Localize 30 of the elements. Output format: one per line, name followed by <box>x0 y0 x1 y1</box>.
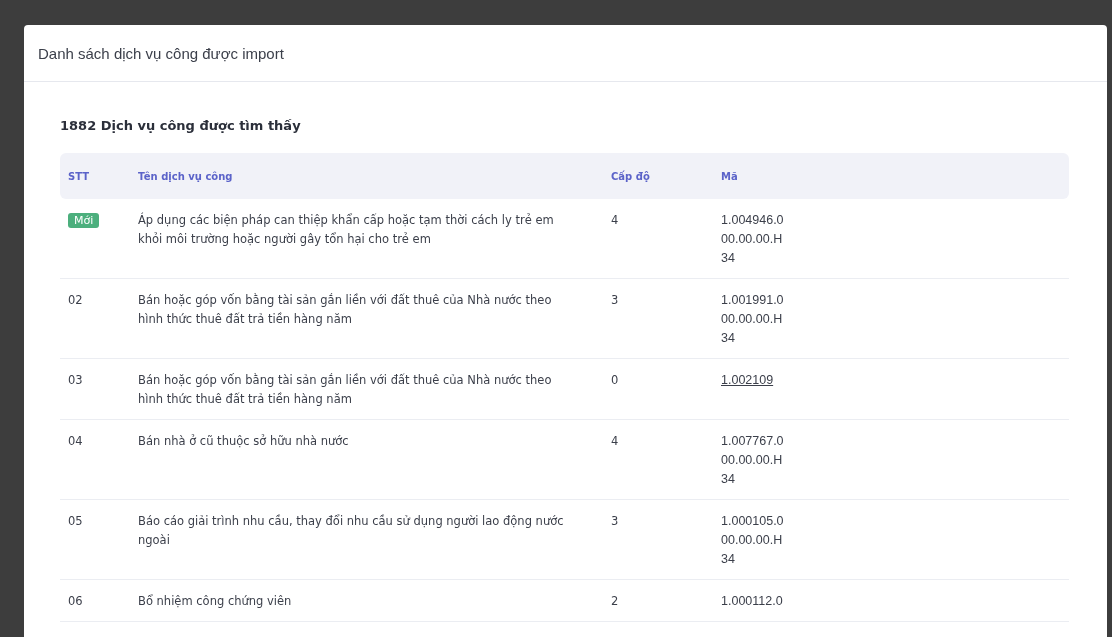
table-cell-text: 1.000112.0 <box>721 593 784 610</box>
table-cell: 02 <box>68 293 83 307</box>
result-heading: 1882 Dịch vụ công được tìm thấy <box>60 118 302 133</box>
table-cell: Bán hoặc góp vốn bằng tài sản gắn liền với đất thuê của Nhà nước theo hình thức thuê đất trả tiền hàng năm <box>138 293 552 326</box>
table-cell-text: 1.007767.000.00.00.H34 <box>721 433 785 488</box>
table-cell-text: 1.004946.000.00.00.H34 <box>721 212 785 267</box>
table-cell: 3 <box>611 514 619 528</box>
code-link[interactable]: 1.002109 <box>721 373 774 387</box>
table-cell: 06 <box>68 594 83 608</box>
column-header: Mã <box>721 170 739 182</box>
table-cell: 4 <box>611 213 619 227</box>
table-cell: 04 <box>68 434 83 448</box>
table-cell: 4 <box>611 434 619 448</box>
column-header: STT <box>67 170 91 182</box>
table-cell: 05 <box>68 514 83 528</box>
table-cell-text: 1.001991.000.00.00.H34 <box>721 292 785 347</box>
table-cell: Báo cáo giải trình nhu cầu, thay đổi nhu cầu sử dụng người lao động nước ngoài <box>138 514 564 547</box>
table-cell-text: 1.000105.000.00.00.H34 <box>721 513 785 568</box>
table-cell: Áp dụng các biện pháp can thiệp khẩn cấp hoặc tạm thời cách ly trẻ em khỏi môi trường hoặc người gây tổn hại cho trẻ em <box>138 213 554 246</box>
new-badge: Mới <box>68 213 100 228</box>
table-cell: 03 <box>68 373 83 387</box>
table-cell: Bổ nhiệm công chứng viên <box>138 594 292 608</box>
column-header: Tên dịch vụ công <box>138 170 234 182</box>
table-cell: Bán hoặc góp vốn bằng tài sản gắn liền với đất thuê của Nhà nước theo hình thức thuê đất trả tiền hàng năm <box>138 373 552 406</box>
table-cell: 0 <box>611 373 619 387</box>
column-header: Cấp độ <box>611 170 651 182</box>
table-cell: Bán nhà ở cũ thuộc sở hữu nhà nước <box>138 434 349 448</box>
table-cell: 2 <box>611 594 619 608</box>
table-cell: 3 <box>611 293 619 307</box>
dialog-title: Danh sách dịch vụ công được import <box>38 44 284 62</box>
